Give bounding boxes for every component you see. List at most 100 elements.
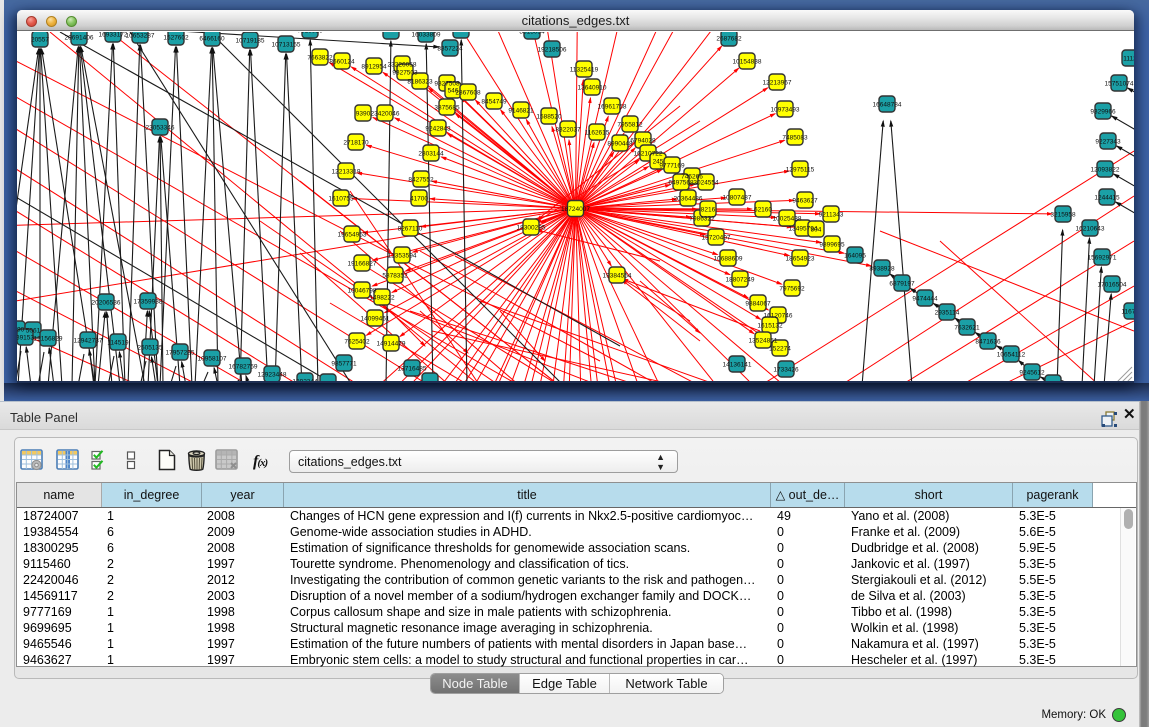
svg-text:10046798: 10046798 bbox=[348, 287, 377, 294]
svg-text:9327508: 9327508 bbox=[434, 80, 460, 87]
svg-text:12975115: 12975115 bbox=[786, 166, 815, 173]
svg-text:12213319: 12213319 bbox=[332, 168, 361, 175]
svg-text:7955812: 7955812 bbox=[617, 121, 643, 128]
svg-text:12353594: 12353594 bbox=[388, 252, 417, 259]
svg-text:3024554: 3024554 bbox=[693, 179, 719, 186]
svg-text:12923448: 12923448 bbox=[258, 371, 287, 378]
svg-text:14914479: 14914479 bbox=[377, 340, 406, 347]
svg-text:9777169: 9777169 bbox=[659, 162, 685, 169]
svg-text:8454749: 8454749 bbox=[481, 98, 507, 105]
svg-text:8938928: 8938928 bbox=[869, 265, 895, 272]
svg-text:18300295: 18300295 bbox=[517, 224, 546, 231]
svg-text:10154838: 10154838 bbox=[733, 58, 762, 65]
svg-text:17016504: 17016504 bbox=[1098, 281, 1127, 288]
svg-text:9227343: 9227343 bbox=[1095, 138, 1121, 145]
svg-text:9857771: 9857771 bbox=[331, 360, 357, 367]
svg-text:10973493: 10973493 bbox=[771, 106, 800, 113]
svg-text:8357224: 8357224 bbox=[437, 45, 463, 52]
svg-text:9463627: 9463627 bbox=[792, 197, 818, 204]
svg-text:9884067: 9884067 bbox=[745, 300, 771, 307]
svg-text:2803144: 2803144 bbox=[418, 150, 444, 157]
svg-text:16782759: 16782759 bbox=[229, 363, 258, 370]
svg-text:7515526: 7515526 bbox=[297, 32, 323, 34]
svg-text:23420046: 23420046 bbox=[371, 110, 400, 117]
svg-text:11325419: 11325419 bbox=[570, 66, 599, 73]
svg-text:7485083: 7485083 bbox=[782, 134, 808, 141]
svg-text:9146821: 9146821 bbox=[508, 107, 534, 114]
svg-text:7986322: 7986322 bbox=[689, 215, 715, 222]
svg-text:152274: 152274 bbox=[769, 345, 791, 352]
svg-text:19384554: 19384554 bbox=[603, 272, 632, 279]
svg-text:15751074: 15751074 bbox=[1105, 80, 1134, 87]
svg-text:9245612: 9245612 bbox=[1019, 369, 1045, 376]
svg-text:17957285: 17957285 bbox=[166, 349, 195, 356]
svg-text:7625402: 7625402 bbox=[344, 338, 370, 345]
svg-text:10719185: 10719185 bbox=[236, 37, 265, 44]
svg-text:10654112: 10654112 bbox=[997, 351, 1026, 358]
svg-text:8660124: 8660124 bbox=[329, 58, 355, 65]
svg-text:8322037: 8322037 bbox=[555, 126, 581, 133]
svg-text:1615132: 1615132 bbox=[757, 322, 783, 329]
svg-text:17359938: 17359938 bbox=[134, 298, 163, 305]
svg-text:23226058: 23226058 bbox=[388, 61, 417, 68]
svg-text:12093822: 12093822 bbox=[1091, 166, 1120, 173]
svg-text:7975692: 7975692 bbox=[779, 285, 805, 292]
svg-text:12942737: 12942737 bbox=[74, 337, 103, 344]
svg-text:1588520: 1588520 bbox=[536, 113, 562, 120]
svg-text:19218506: 19218506 bbox=[538, 46, 567, 53]
svg-text:8912954: 8912954 bbox=[361, 63, 387, 70]
svg-text:3215958: 3215958 bbox=[1050, 211, 1076, 218]
svg-text:10688609: 10688609 bbox=[714, 255, 743, 262]
svg-text:15720407: 15720407 bbox=[702, 234, 731, 241]
svg-text:1162615: 1162615 bbox=[585, 129, 610, 136]
svg-text:114519: 114519 bbox=[107, 339, 129, 346]
svg-text:18807249: 18807249 bbox=[726, 276, 755, 283]
svg-text:10807487: 10807487 bbox=[723, 194, 752, 201]
svg-text:804: 804 bbox=[811, 226, 822, 233]
svg-text:5061: 5061 bbox=[26, 327, 41, 334]
svg-text:7632621: 7632621 bbox=[954, 324, 980, 331]
svg-text:14099461: 14099461 bbox=[361, 315, 390, 322]
svg-text:8216: 8216 bbox=[701, 206, 716, 213]
svg-text:16120746: 16120746 bbox=[764, 312, 793, 319]
svg-text:9390: 9390 bbox=[356, 110, 371, 117]
svg-text:1244415: 1244415 bbox=[1094, 194, 1120, 201]
svg-text:20206536: 20206536 bbox=[92, 299, 121, 306]
svg-text:20557: 20557 bbox=[31, 36, 49, 43]
svg-text:5878352: 5878352 bbox=[382, 272, 408, 279]
svg-text:3875685: 3875685 bbox=[434, 104, 460, 111]
svg-text:2867608: 2867608 bbox=[455, 89, 481, 96]
svg-text:10713155: 10713155 bbox=[272, 41, 301, 48]
svg-text:9329966: 9329966 bbox=[1090, 108, 1116, 115]
svg-text:2505135: 2505135 bbox=[137, 344, 163, 351]
svg-text:8813054: 8813054 bbox=[519, 32, 545, 35]
svg-text:23053346: 23053346 bbox=[146, 124, 175, 131]
svg-text:16933172: 16933172 bbox=[99, 32, 128, 38]
svg-text:20691406: 20691406 bbox=[65, 34, 94, 41]
svg-text:8427552: 8427552 bbox=[408, 176, 434, 183]
svg-text:6794028: 6794028 bbox=[630, 137, 656, 144]
svg-text:14136141: 14136141 bbox=[723, 361, 752, 368]
svg-text:8990448: 8990448 bbox=[607, 140, 633, 147]
svg-text:2718170: 2718170 bbox=[343, 139, 369, 146]
svg-text:18724007: 18724007 bbox=[561, 206, 590, 213]
svg-text:10025438: 10025438 bbox=[773, 215, 802, 222]
svg-text:12213967: 12213967 bbox=[763, 79, 792, 86]
svg-text:10653287: 10653287 bbox=[126, 32, 155, 39]
svg-text:1610755: 1610755 bbox=[328, 195, 354, 202]
svg-text:10958107: 10958107 bbox=[198, 355, 227, 362]
svg-text:9899695: 9899695 bbox=[819, 241, 845, 248]
svg-text:20364486: 20364486 bbox=[674, 195, 703, 202]
svg-text:19654953: 19654953 bbox=[338, 231, 367, 238]
svg-text:16210643: 16210643 bbox=[1076, 225, 1105, 232]
svg-text:12156829: 12156829 bbox=[34, 335, 63, 342]
svg-text:9474444: 9474444 bbox=[912, 295, 938, 302]
svg-text:6497568: 6497568 bbox=[668, 179, 694, 186]
svg-text:2687682: 2687682 bbox=[716, 35, 742, 42]
svg-text:41700: 41700 bbox=[410, 195, 428, 202]
svg-text:1112: 1112 bbox=[1123, 55, 1134, 62]
svg-text:16961758: 16961758 bbox=[598, 103, 627, 110]
svg-text:116733: 116733 bbox=[1121, 308, 1134, 315]
svg-text:8267110: 8267110 bbox=[398, 225, 423, 232]
svg-text:13640910: 13640910 bbox=[578, 84, 607, 91]
